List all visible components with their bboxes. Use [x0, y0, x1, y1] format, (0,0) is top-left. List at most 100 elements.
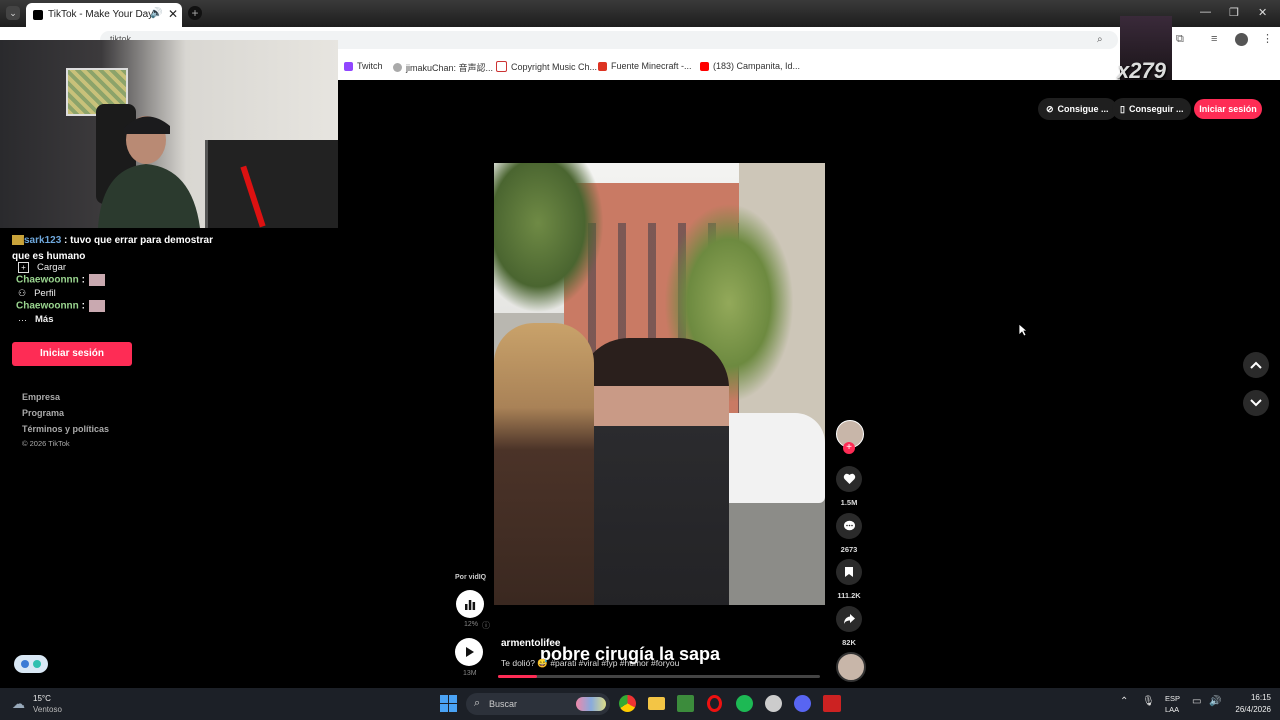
bookmark-twitch[interactable]: Twitch [344, 61, 383, 71]
chat-message-1: sark123 : tuvo que errar para demostrar [12, 235, 232, 246]
lang-code[interactable]: ESP [1165, 694, 1180, 703]
app-icon[interactable] [765, 695, 782, 712]
video-progress-track[interactable] [498, 675, 820, 678]
bookmark-jimaku[interactable]: jimakuChan: 音声認... [393, 61, 493, 74]
recorder-icon[interactable] [823, 695, 841, 712]
clock-date[interactable]: 26/4/2026 [1223, 705, 1271, 714]
footer-terminos[interactable]: Términos y políticas [22, 424, 109, 434]
discord-icon[interactable] [794, 695, 811, 712]
sidebar-item-cargar[interactable]: + Cargar [18, 262, 66, 273]
youtube-icon [700, 61, 709, 71]
bookmark-campanita[interactable]: (183) Campanita, Id... [700, 61, 800, 71]
menu-icon[interactable]: ⋮ [1262, 32, 1273, 45]
close-tab-icon[interactable]: ✕ [168, 7, 178, 21]
heart-icon [843, 473, 855, 484]
share-button[interactable] [836, 606, 862, 632]
next-video-button[interactable] [1243, 390, 1269, 416]
share-count: 82K [842, 638, 856, 647]
floating-widget[interactable] [14, 655, 48, 673]
sidebar-item-perfil[interactable]: ⚇ Perfil [18, 288, 56, 299]
lang-layout[interactable]: LAA [1165, 705, 1179, 714]
windows-taskbar: ☁ 15°C Ventoso ⌕ Buscar ⌃ 🎙 ESP LAA ▭ 🔊 … [0, 688, 1280, 720]
get-coins-button[interactable]: ⊘ Consigue ... [1038, 98, 1117, 120]
widget-icon [33, 660, 41, 668]
tab-list-icon[interactable]: ⌄ [6, 6, 20, 20]
tab-title: TikTok - Make Your Day [48, 9, 154, 20]
twitch-icon [344, 61, 353, 71]
stats-button[interactable] [456, 590, 484, 618]
like-button[interactable] [836, 466, 862, 492]
footer-copyright: © 2026 TikTok [22, 439, 70, 448]
weather-temp: 15°C [33, 694, 51, 703]
footer-programa[interactable]: Programa [22, 408, 64, 418]
play-outline-icon [496, 61, 507, 72]
opera-icon[interactable] [707, 695, 722, 712]
chat-message-2: Chaewoonnn : [16, 274, 105, 286]
webcam-overlay [0, 40, 338, 228]
sidebar-login-button[interactable]: Iniciar sesión [12, 342, 132, 366]
tray-chevron-icon[interactable]: ⌃ [1120, 696, 1128, 707]
comment-count: 2673 [840, 545, 858, 554]
badge-icon [12, 235, 24, 246]
share-icon [843, 614, 855, 624]
media-icon[interactable]: ≡ [1211, 33, 1217, 45]
start-button[interactable] [440, 695, 457, 712]
chat-emote [88, 300, 105, 312]
clock-time[interactable]: 16:15 [1233, 693, 1271, 702]
close-window-icon[interactable]: ✕ [1258, 6, 1267, 19]
follow-plus-icon[interactable]: + [843, 442, 855, 454]
get-app-button[interactable]: ▯ Conseguir ... [1112, 98, 1192, 120]
extensions-icon[interactable]: ⧉ [1176, 33, 1184, 46]
bookmark-icon [845, 567, 853, 577]
windows-logo-icon [449, 695, 457, 703]
volume-icon[interactable]: 🔊 [1209, 696, 1221, 707]
previous-video-button[interactable] [1243, 352, 1269, 378]
user-icon: ⚇ [18, 288, 27, 298]
spotify-icon[interactable] [736, 695, 753, 712]
minecraft-icon[interactable] [677, 695, 694, 712]
vidiq-label: Por vidIQ [455, 574, 487, 581]
phone-icon: ▯ [1120, 103, 1125, 114]
multiplier-text: x279 [1117, 58, 1166, 83]
file-explorer-icon[interactable] [648, 697, 665, 710]
chevron-up-icon [1250, 361, 1262, 369]
widget-icon [21, 660, 29, 668]
search-highlight-icon [576, 697, 606, 711]
sound-disc-avatar[interactable] [836, 652, 866, 682]
play-button[interactable] [455, 638, 483, 666]
windows-logo-icon [440, 704, 448, 712]
streamer [98, 116, 200, 228]
chat-message-3: Chaewoonnn : [16, 300, 105, 312]
like-count: 1.5M [840, 498, 858, 507]
bookmark-copyright[interactable]: Copyright Music Ch... [496, 61, 597, 72]
windows-logo-icon [449, 704, 457, 712]
footer-empresa[interactable]: Empresa [22, 392, 60, 402]
maximize-icon[interactable]: ❐ [1229, 6, 1239, 19]
mic-icon[interactable]: 🎙 [1142, 696, 1155, 707]
header-login-button[interactable]: Iniciar sesión [1194, 99, 1262, 119]
video-description: Te dolió? 😅 #parati #viral #fyp #humor #… [501, 658, 680, 668]
info-icon[interactable]: ⓘ [482, 620, 490, 631]
browser-tab-bar: ⌄ TikTok - Make Your Day 🔊 ✕ + — ❐ ✕ [0, 0, 1280, 27]
profile-avatar[interactable] [1235, 33, 1248, 46]
comment-icon [843, 520, 855, 531]
video-progress-fill [498, 675, 537, 678]
chrome-icon[interactable] [619, 695, 636, 712]
save-button[interactable] [836, 559, 862, 585]
comment-button[interactable] [836, 513, 862, 539]
taskbar-search[interactable]: ⌕ Buscar [466, 693, 610, 715]
sidebar-item-mas[interactable]: ··· Más [18, 314, 53, 325]
tiktok-favicon-icon [33, 10, 43, 20]
speaker-icon[interactable]: 🔊 [150, 8, 162, 19]
mouse-cursor-icon [1018, 323, 1028, 337]
minimize-icon[interactable]: — [1200, 6, 1211, 18]
video-player[interactable] [494, 163, 825, 605]
network-icon[interactable]: ▭ [1192, 696, 1201, 707]
zoom-icon[interactable]: ⌕ [1097, 34, 1103, 45]
coin-icon: ⊘ [1046, 103, 1054, 114]
browser-tab[interactable]: TikTok - Make Your Day 🔊 ✕ [26, 3, 182, 27]
new-tab-button[interactable]: + [188, 6, 202, 20]
more-icon: ··· [18, 314, 27, 325]
video-tree [494, 163, 604, 313]
bookmark-minecraft[interactable]: Fuente Minecraft -... [598, 61, 692, 71]
